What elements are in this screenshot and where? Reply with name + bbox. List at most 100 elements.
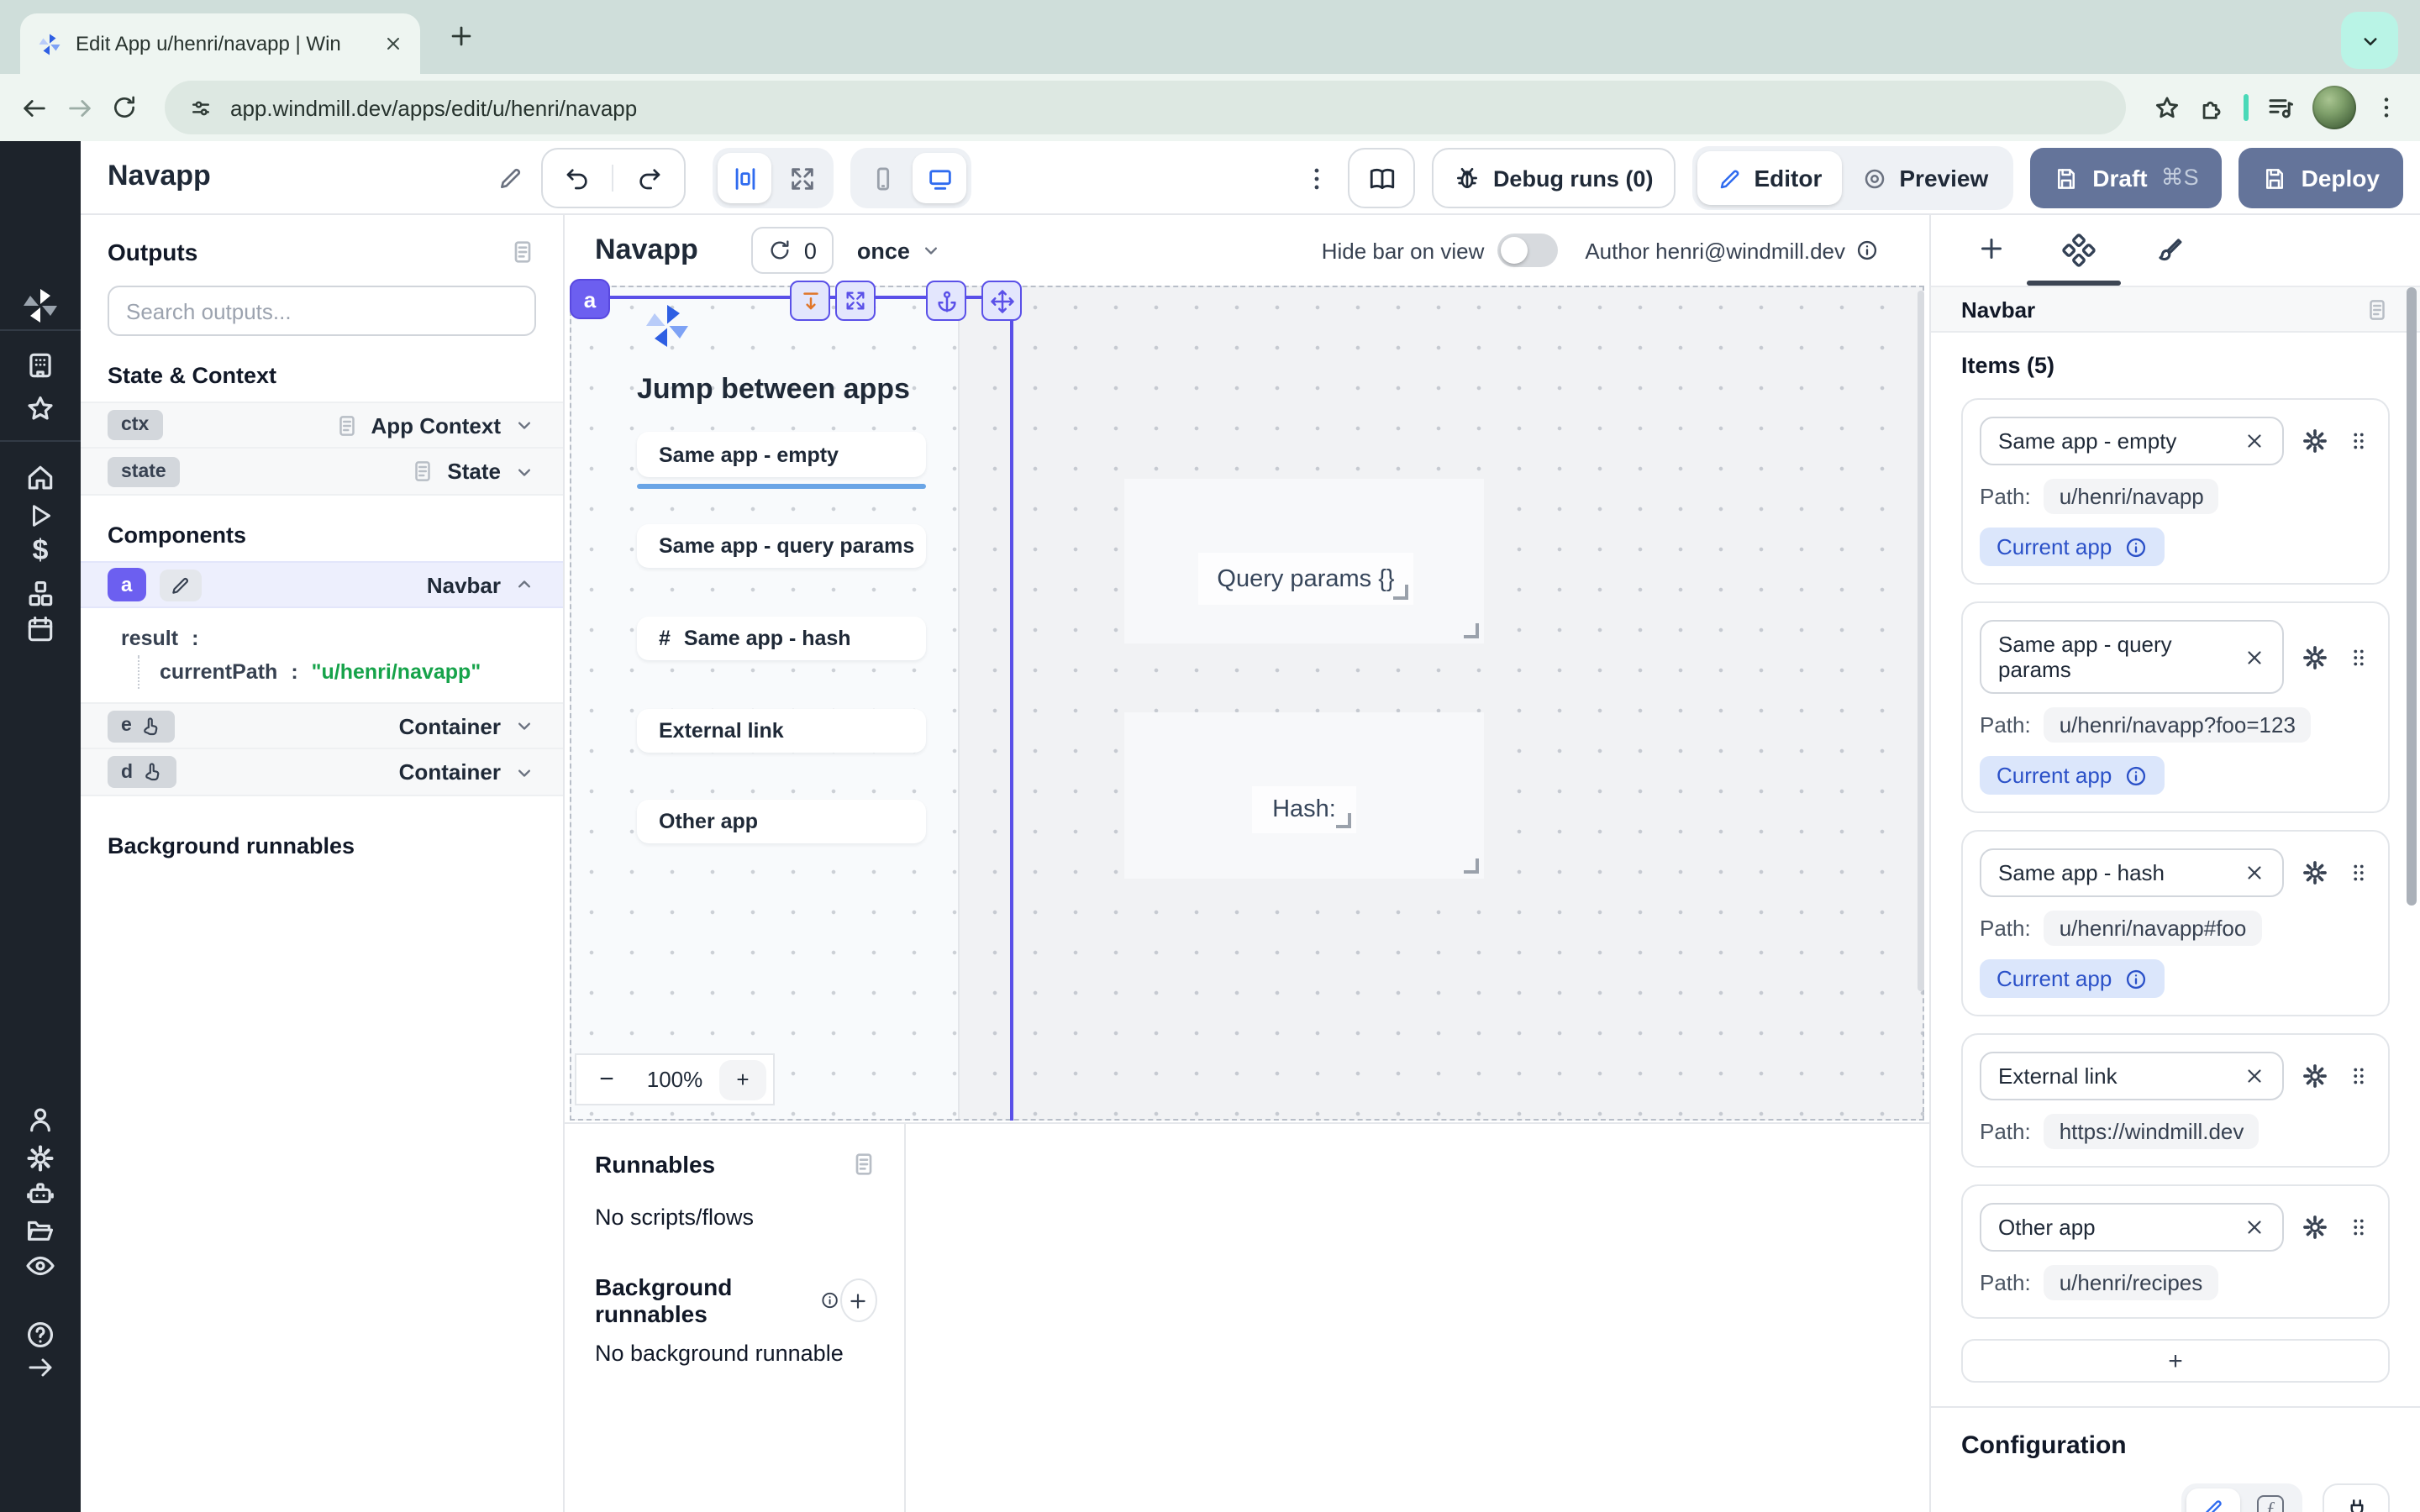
desktop-view-button[interactable] [913, 153, 966, 203]
search-outputs-input[interactable] [108, 286, 536, 336]
workers-robot-icon[interactable] [24, 1178, 56, 1210]
item-settings-button[interactable] [2301, 1062, 2329, 1090]
item-settings-button[interactable] [2301, 1213, 2329, 1242]
windmill-logo[interactable] [20, 286, 60, 326]
panel-doc-icon[interactable] [509, 239, 536, 265]
current-app-badge[interactable]: Current app [1980, 959, 2164, 998]
expression-mode-button[interactable]: ƒ [2244, 1488, 2297, 1512]
panel-doc-icon[interactable] [850, 1151, 877, 1178]
users-icon[interactable] [24, 1104, 56, 1136]
output-row-ctx[interactable]: ctx App Context [81, 402, 563, 449]
preview-tab[interactable]: Preview [1842, 151, 2008, 205]
zoom-in-button[interactable]: + [719, 1059, 766, 1100]
item-path[interactable]: https://windmill.dev [2044, 1114, 2260, 1149]
item-label-select[interactable]: Other app [1980, 1203, 2284, 1252]
clear-icon[interactable] [2244, 862, 2265, 884]
favorites-star-icon[interactable] [24, 393, 56, 425]
variables-dollar-icon[interactable]: $ [33, 534, 49, 568]
extensions-icon[interactable] [2198, 93, 2227, 122]
more-menu-icon[interactable] [1303, 164, 1332, 192]
fill-height-button[interactable] [790, 281, 830, 321]
item-label-select[interactable]: Same app - query params [1980, 620, 2284, 694]
home-icon[interactable] [24, 462, 56, 494]
clear-icon[interactable] [2244, 646, 2265, 668]
mobile-view-button[interactable] [855, 153, 909, 203]
url-bar[interactable]: app.windmill.dev/apps/edit/u/henri/navap… [165, 81, 2126, 134]
editor-tab[interactable]: Editor [1697, 151, 1842, 205]
drag-handle[interactable] [2346, 644, 2371, 669]
new-tab-button[interactable] [447, 22, 476, 50]
clear-icon[interactable] [2244, 430, 2265, 452]
move-component-button[interactable] [981, 281, 1022, 321]
static-mode-button[interactable] [2186, 1488, 2240, 1512]
bookmark-star-icon[interactable] [2153, 93, 2181, 122]
browser-menu-icon[interactable] [2373, 94, 2400, 121]
resources-cubes-icon[interactable] [24, 578, 56, 610]
component-row-navbar[interactable]: a Navbar [81, 561, 563, 608]
chevron-up-icon[interactable] [513, 573, 536, 596]
zoom-out-button[interactable]: − [583, 1065, 630, 1094]
refresh-count-button[interactable]: 0 [752, 227, 834, 274]
clear-icon[interactable] [2244, 1065, 2265, 1087]
canvas-scrollbar[interactable] [1918, 291, 1924, 991]
tab-close-icon[interactable] [383, 34, 403, 54]
full-width-button[interactable] [775, 153, 829, 203]
item-label-select[interactable]: Same app - empty [1980, 417, 2284, 465]
app-canvas[interactable] [570, 286, 1924, 1121]
draft-button[interactable]: Draft ⌘S [2030, 148, 2222, 208]
drag-handle[interactable] [2346, 1063, 2371, 1089]
item-path[interactable]: u/henri/navapp?foo=123 [2044, 707, 2311, 743]
settings-gear-icon[interactable] [24, 1142, 56, 1174]
component-row-d[interactable]: d Container [81, 749, 563, 796]
item-path[interactable]: u/henri/recipes [2044, 1265, 2218, 1300]
forward-icon[interactable] [66, 93, 94, 122]
nav-link-hash[interactable]: # Same app - hash [637, 617, 926, 660]
component-settings-tab[interactable] [2062, 234, 2096, 267]
nav-link-other-app[interactable]: Other app [637, 800, 926, 843]
schedules-calendar-icon[interactable] [24, 613, 56, 645]
run-mode-dropdown[interactable]: once [857, 238, 944, 263]
undo-button[interactable] [543, 165, 613, 192]
hide-bar-toggle[interactable] [1497, 234, 1558, 267]
runs-play-icon[interactable] [25, 501, 55, 531]
connect-plug-button[interactable] [2323, 1483, 2390, 1512]
help-icon[interactable] [24, 1319, 56, 1351]
edit-id-pencil[interactable] [159, 569, 201, 601]
chevron-down-icon[interactable] [513, 714, 536, 738]
item-path[interactable]: u/henri/navapp [2044, 479, 2219, 514]
workspace-icon[interactable] [24, 349, 56, 381]
rename-pencil-icon[interactable] [497, 165, 524, 192]
folders-icon[interactable] [24, 1215, 56, 1247]
drag-handle[interactable] [2346, 1215, 2371, 1240]
audit-eye-icon[interactable] [24, 1250, 56, 1282]
nav-link-empty[interactable]: Same app - empty [637, 432, 926, 477]
current-app-badge[interactable]: Current app [1980, 756, 2164, 795]
info-icon[interactable] [821, 1289, 840, 1312]
clear-icon[interactable] [2244, 1216, 2265, 1238]
anchor-component-button[interactable] [926, 281, 966, 321]
debug-runs-button[interactable]: Debug runs (0) [1433, 148, 1676, 208]
nav-link-query-params[interactable]: Same app - query params [637, 524, 926, 568]
item-label-select[interactable]: Same app - hash [1980, 848, 2284, 897]
drag-handle[interactable] [2346, 860, 2371, 885]
chevron-down-icon[interactable] [513, 760, 536, 784]
info-icon[interactable] [1855, 239, 1879, 262]
redo-button[interactable] [613, 165, 684, 192]
reload-icon[interactable] [111, 94, 138, 121]
collapse-arrow-icon[interactable] [25, 1352, 55, 1383]
expand-component-button[interactable] [835, 281, 876, 321]
docs-book-button[interactable] [1349, 148, 1416, 208]
panel-doc-icon[interactable] [2365, 297, 2390, 322]
centered-layout-button[interactable] [718, 153, 771, 203]
chevron-down-icon[interactable] [513, 459, 536, 483]
chevron-down-icon[interactable] [513, 413, 536, 437]
add-item-button[interactable]: + [1961, 1339, 2390, 1383]
styling-tab[interactable] [2154, 234, 2186, 265]
site-settings-icon[interactable] [188, 95, 213, 120]
component-row-e[interactable]: e Container [81, 702, 563, 749]
item-label-select[interactable]: External link [1980, 1052, 2284, 1100]
navbar-component-region[interactable] [571, 287, 960, 1119]
drag-handle[interactable] [2346, 428, 2371, 454]
query-params-text[interactable]: Query params {} [1198, 553, 1413, 605]
deploy-button[interactable]: Deploy [2239, 148, 2403, 208]
